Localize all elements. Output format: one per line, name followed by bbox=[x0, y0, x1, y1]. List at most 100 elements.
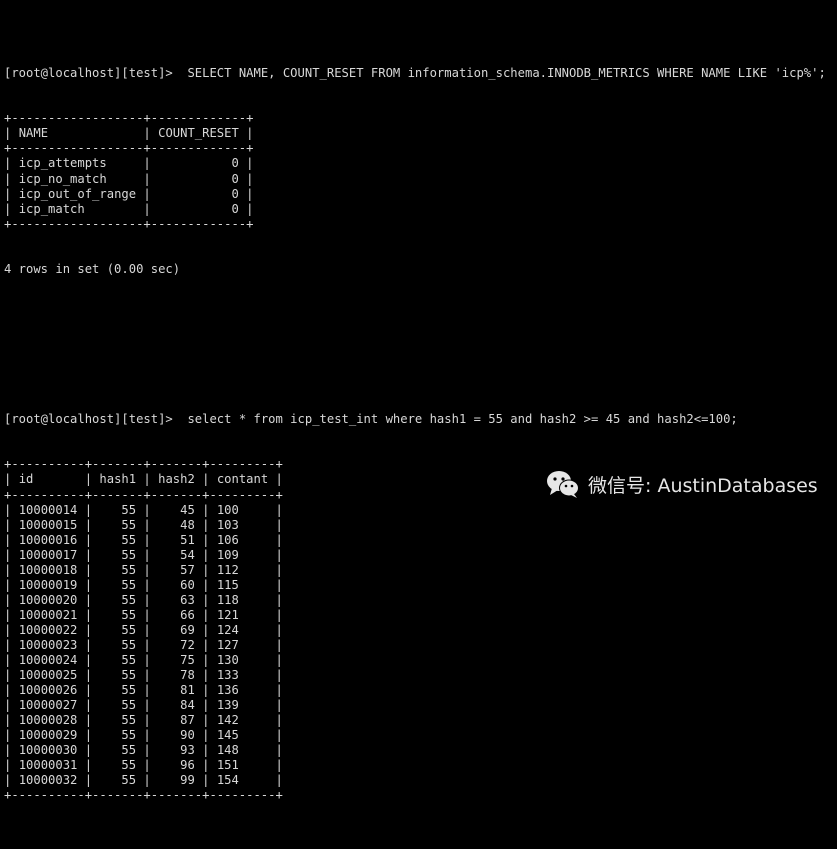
table-cell: icp_no_match bbox=[18, 171, 137, 186]
command-text: select * from icp_test_int where hash1 =… bbox=[187, 412, 738, 427]
table-cell: 55 bbox=[99, 562, 137, 577]
table-row: | icp_no_match | 0 | bbox=[4, 171, 254, 186]
table-cell: 10000014 bbox=[18, 502, 78, 517]
table-row: | 10000015 | 55 | 48 | 103 | bbox=[4, 517, 283, 532]
table-cell: 51 bbox=[158, 532, 195, 547]
table-row: | 10000026 | 55 | 81 | 136 | bbox=[4, 683, 283, 698]
table-cell: 145 bbox=[216, 728, 269, 743]
table-cell: 10000022 bbox=[18, 622, 78, 637]
table-cell: 55 bbox=[99, 607, 137, 622]
table-cell: 48 bbox=[158, 517, 195, 532]
table-cell: 151 bbox=[216, 758, 269, 773]
table-row: | 10000027 | 55 | 84 | 139 | bbox=[4, 698, 283, 713]
table-row: | 10000016 | 55 | 51 | 106 | bbox=[4, 532, 283, 547]
table-row: | 10000028 | 55 | 87 | 142 | bbox=[4, 713, 283, 728]
table-cell: 133 bbox=[216, 668, 269, 683]
table-row: | icp_match | 0 | bbox=[4, 201, 254, 216]
table-cell: 55 bbox=[99, 502, 137, 517]
table-cell: 55 bbox=[99, 758, 137, 773]
table-cell: 55 bbox=[99, 728, 137, 743]
table-border: +----------+-------+-------+---------+ bbox=[4, 788, 283, 803]
table-cell: 0 bbox=[158, 186, 239, 201]
table-cell: 90 bbox=[158, 728, 195, 743]
table-border: +------------------+-------------+ bbox=[4, 216, 254, 231]
column-header: id bbox=[18, 472, 78, 487]
table-row: | icp_out_of_range | 0 | bbox=[4, 186, 254, 201]
table-cell: 55 bbox=[99, 773, 137, 788]
table-cell: 148 bbox=[216, 743, 269, 758]
table-cell: 57 bbox=[158, 562, 195, 577]
table-cell: 10000018 bbox=[18, 562, 78, 577]
table-cell: 106 bbox=[216, 532, 269, 547]
table-cell: 55 bbox=[99, 622, 137, 637]
table-border: +------------------+-------------+ bbox=[4, 141, 254, 156]
table-cell: 69 bbox=[158, 622, 195, 637]
table-cell: 66 bbox=[158, 607, 195, 622]
table-cell: 10000031 bbox=[18, 758, 78, 773]
table-cell: 10000025 bbox=[18, 668, 78, 683]
table-cell: 10000020 bbox=[18, 592, 78, 607]
table-cell: 10000032 bbox=[18, 773, 78, 788]
table-row: | 10000014 | 55 | 45 | 100 | bbox=[4, 502, 283, 517]
table-cell: 121 bbox=[216, 607, 269, 622]
table-cell: 55 bbox=[99, 532, 137, 547]
table-row: | 10000023 | 55 | 72 | 127 | bbox=[4, 637, 283, 652]
table-cell: 93 bbox=[158, 743, 195, 758]
result-summary: 4 rows in set (0.00 sec) bbox=[4, 261, 181, 276]
table-cell: 139 bbox=[216, 698, 269, 713]
table-cell: 130 bbox=[216, 653, 269, 668]
column-header: contant bbox=[216, 472, 269, 487]
table-cell: 55 bbox=[99, 577, 137, 592]
table-cell: 124 bbox=[216, 622, 269, 637]
wechat-icon bbox=[547, 471, 579, 498]
table-cell: 0 bbox=[158, 201, 239, 216]
table-cell: 127 bbox=[216, 637, 269, 652]
result-table: +------------------+-------------+ | NAME… bbox=[4, 111, 826, 231]
table-cell: 55 bbox=[99, 592, 137, 607]
table-row: | 10000020 | 55 | 63 | 118 | bbox=[4, 592, 283, 607]
table-cell: 55 bbox=[99, 637, 137, 652]
table-cell: 72 bbox=[158, 637, 195, 652]
table-cell: icp_attempts bbox=[18, 156, 137, 171]
table-cell: 54 bbox=[158, 547, 195, 562]
command-line: [root@localhost][test]> select * from ic… bbox=[4, 412, 826, 427]
table-cell: 10000016 bbox=[18, 532, 78, 547]
table-cell: 55 bbox=[99, 698, 137, 713]
table-row: | 10000029 | 55 | 90 | 145 | bbox=[4, 728, 283, 743]
column-header: NAME bbox=[18, 126, 137, 141]
table-cell: 78 bbox=[158, 668, 195, 683]
table-row: | 10000018 | 55 | 57 | 112 | bbox=[4, 562, 283, 577]
table-cell: 55 bbox=[99, 743, 137, 758]
table-cell: 10000027 bbox=[18, 698, 78, 713]
table-cell: 96 bbox=[158, 758, 195, 773]
table-cell: 45 bbox=[158, 502, 195, 517]
command-text: SELECT NAME, COUNT_RESET FROM informatio… bbox=[187, 66, 826, 81]
table-row: | 10000032 | 55 | 99 | 154 | bbox=[4, 773, 283, 788]
table-cell: icp_out_of_range bbox=[18, 186, 137, 201]
table-cell: 81 bbox=[158, 683, 195, 698]
table-cell: 10000029 bbox=[18, 728, 78, 743]
table-cell: 136 bbox=[216, 683, 269, 698]
table-cell: 115 bbox=[216, 577, 269, 592]
table-row: | icp_attempts | 0 | bbox=[4, 156, 254, 171]
table-row: | 10000024 | 55 | 75 | 130 | bbox=[4, 653, 283, 668]
table-cell: 10000017 bbox=[18, 547, 78, 562]
table-cell: 118 bbox=[216, 592, 269, 607]
table-cell: 75 bbox=[158, 653, 195, 668]
table-cell: 10000023 bbox=[18, 637, 78, 652]
query1-block: [root@localhost][test]> SELECT NAME, COU… bbox=[4, 36, 826, 307]
table-header: | NAME | COUNT_RESET | bbox=[4, 126, 254, 141]
table-row: | 10000022 | 55 | 69 | 124 | bbox=[4, 622, 283, 637]
table-cell: 10000030 bbox=[18, 743, 78, 758]
table-border: +------------------+-------------+ bbox=[4, 111, 254, 126]
terminal-output[interactable]: [root@localhost][test]> SELECT NAME, COU… bbox=[4, 6, 826, 849]
table-row: | 10000025 | 55 | 78 | 133 | bbox=[4, 668, 283, 683]
table-row: | 10000030 | 55 | 93 | 148 | bbox=[4, 743, 283, 758]
command-line: [root@localhost][test]> SELECT NAME, COU… bbox=[4, 66, 826, 81]
table-cell: 55 bbox=[99, 547, 137, 562]
column-header: hash1 bbox=[99, 472, 137, 487]
table-cell: 112 bbox=[216, 562, 269, 577]
table-cell: 55 bbox=[99, 517, 137, 532]
table-cell: 10000024 bbox=[18, 653, 78, 668]
table-cell: 55 bbox=[99, 683, 137, 698]
